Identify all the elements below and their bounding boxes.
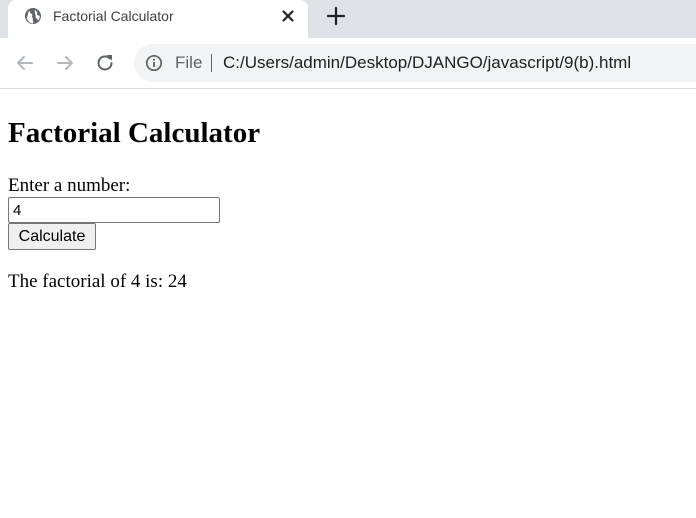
forward-arrow-icon[interactable] — [53, 51, 77, 75]
address-bar[interactable]: File C:/Users/admin/Desktop/DJANGO/javas… — [134, 44, 696, 82]
url-text[interactable]: C:/Users/admin/Desktop/DJANGO/javascript… — [223, 53, 631, 73]
number-label: Enter a number: — [8, 175, 131, 196]
result-text: The factorial of 4 is: 24 — [8, 271, 187, 292]
tab-strip: Factorial Calculator — [0, 0, 696, 38]
number-input[interactable] — [8, 197, 220, 223]
plus-icon[interactable] — [323, 3, 349, 29]
url-scheme: File — [175, 53, 203, 72]
browser-toolbar: File C:/Users/admin/Desktop/DJANGO/javas… — [0, 38, 696, 89]
back-arrow-icon[interactable] — [13, 51, 37, 75]
globe-icon — [23, 6, 43, 26]
scheme-divider — [211, 54, 212, 72]
page-title: Factorial Calculator — [8, 117, 261, 149]
info-icon[interactable] — [145, 54, 163, 72]
calculate-button[interactable]: Calculate — [8, 223, 96, 250]
reload-icon[interactable] — [93, 51, 117, 75]
close-icon[interactable] — [278, 6, 298, 26]
tab-title: Factorial Calculator — [53, 8, 174, 24]
tab-factorial-calculator[interactable]: Factorial Calculator — [8, 0, 308, 38]
